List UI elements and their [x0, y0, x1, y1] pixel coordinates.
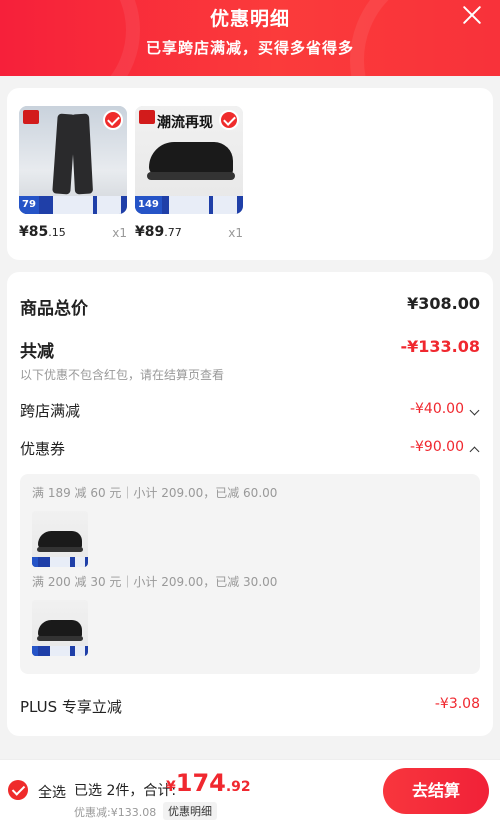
discount-label: 共减: [20, 342, 54, 362]
product-quantity: x1: [112, 226, 127, 240]
coupon-item-thumbnail: [32, 511, 88, 567]
total-integer: 174: [175, 769, 226, 797]
product-banner-text: 潮流再现: [157, 115, 213, 131]
price-decimal: .15: [48, 226, 66, 239]
checkout-button[interactable]: 去结算: [383, 768, 489, 814]
product-item[interactable]: 潮流再现 149 ¥89.77 x1: [135, 106, 243, 240]
total-amount: ¥174.92: [166, 769, 251, 797]
header: 优惠明细 已享跨店满减，买得多省得多: [0, 0, 500, 76]
promo-bar: 79: [19, 196, 127, 214]
chevron-up-icon[interactable]: [469, 446, 480, 457]
product-image-pants: 79: [19, 106, 127, 214]
promo-price: 79: [19, 196, 39, 214]
coupon-value: -¥90.00: [409, 439, 464, 455]
checkout-bar: 全选 已选 2件，合计: ¥174.92 优惠减:¥133.08 优惠明细 去结…: [0, 759, 500, 831]
selected-check-icon[interactable]: [103, 110, 123, 130]
promo-bar: 149: [135, 196, 243, 214]
selected-count: 已选 2件，合计:: [74, 783, 177, 799]
coupon-item-text: 满 189 减 60 元｜小计 209.00，已减 60.00: [32, 486, 278, 500]
chevron-down-icon[interactable]: [469, 405, 480, 416]
select-all-label[interactable]: 全选: [38, 782, 66, 802]
select-all-check-icon[interactable]: [8, 780, 28, 800]
total-value: ¥308.00: [407, 294, 480, 313]
cross-store-row[interactable]: 跨店满减 -¥40.00: [20, 400, 480, 422]
coupon-row[interactable]: 优惠券 -¥90.00: [20, 438, 480, 460]
discount-detail-link[interactable]: 优惠明细: [163, 802, 217, 820]
product-price: ¥85.15: [19, 224, 66, 240]
plus-value: -¥3.08: [434, 696, 480, 712]
coupon-item-thumbnail: [32, 600, 88, 656]
coupon-item-text: 满 200 减 30 元｜小计 209.00，已减 30.00: [32, 575, 278, 589]
product-quantity: x1: [228, 226, 243, 240]
coupon-label: 优惠券: [20, 440, 66, 458]
currency-symbol: ¥: [166, 779, 176, 795]
cross-store-value: -¥40.00: [409, 401, 464, 417]
brand-logo: [139, 110, 155, 124]
discount-value: -¥133.08: [400, 337, 480, 356]
price-integer: ¥89: [135, 224, 165, 240]
promo-price: 149: [135, 196, 162, 214]
page-title: 优惠明细: [209, 8, 290, 30]
selected-check-icon[interactable]: [219, 110, 239, 130]
saved-amount: 优惠减:¥133.08: [74, 806, 157, 819]
product-item[interactable]: 79 ¥85.15 x1: [19, 106, 127, 240]
discount-row: 共减 -¥133.08: [20, 337, 480, 362]
total-label: 商品总价: [20, 299, 88, 319]
discount-detail-card: 商品总价 ¥308.00 共减 -¥133.08 以下优惠不包含红包，请在结算页…: [7, 272, 493, 736]
price-integer: ¥85: [19, 224, 49, 240]
coupon-list: 满 189 减 60 元｜小计 209.00，已减 60.00 满 200 减 …: [20, 474, 480, 674]
product-price: ¥89.77: [135, 224, 182, 240]
discount-note: 以下优惠不包含红包，请在结算页查看: [20, 368, 225, 382]
price-decimal: .77: [164, 226, 182, 239]
cross-store-label: 跨店满减: [20, 402, 81, 420]
products-card: 79 ¥85.15 x1 潮流再现 149 ¥89.77 x1: [7, 88, 493, 260]
page-subtitle: 已享跨店满减，买得多省得多: [145, 39, 354, 57]
total-decimal: .92: [225, 779, 251, 795]
plus-row: PLUS 专享立减 -¥3.08: [20, 696, 480, 718]
product-image-shoes: 潮流再现 149: [135, 106, 243, 214]
total-row: 商品总价 ¥308.00: [20, 294, 480, 319]
plus-label: PLUS 专享立减: [20, 698, 122, 716]
brand-logo: [23, 110, 39, 124]
close-icon[interactable]: [460, 3, 484, 27]
